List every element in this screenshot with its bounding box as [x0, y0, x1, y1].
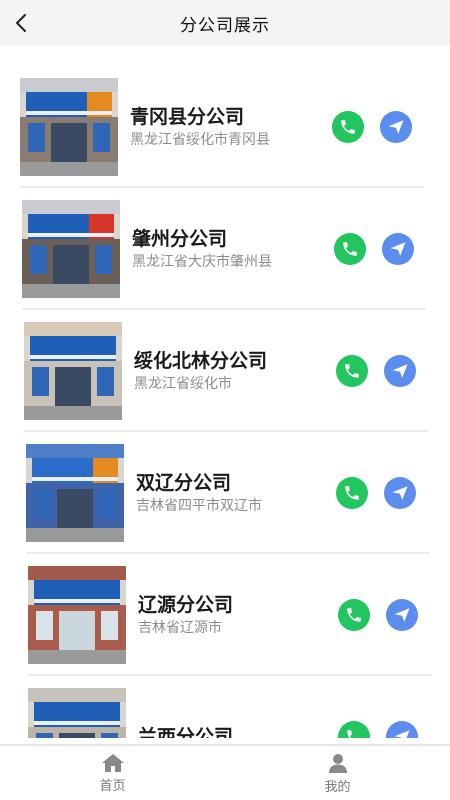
send-icon [392, 364, 408, 378]
company-photo [26, 444, 124, 542]
tab-home[interactable]: 首页 [0, 746, 225, 800]
company-address: 黑龙江省大庆市肇州县 [132, 254, 272, 270]
call-button[interactable] [334, 233, 366, 265]
call-button[interactable] [332, 111, 364, 143]
send-icon [392, 486, 408, 500]
phone-icon [347, 608, 361, 622]
navigate-button[interactable] [386, 721, 418, 738]
navigate-button[interactable] [382, 233, 414, 265]
send-icon [388, 120, 404, 134]
company-address: 吉林省四平市双辽市 [136, 498, 262, 514]
page-title: 分公司展示 [180, 15, 270, 36]
phone-icon [341, 120, 355, 134]
company-address: 吉林省辽源市 [138, 620, 222, 636]
send-icon [394, 730, 410, 738]
phone-icon [343, 242, 357, 256]
back-button[interactable] [8, 10, 34, 36]
company-name: 双辽分公司 [136, 472, 232, 494]
tab-home-label: 首页 [99, 778, 126, 794]
tab-profile[interactable]: 我的 [225, 746, 450, 800]
company-photo [28, 566, 126, 664]
list-item[interactable]: 肇州分公司 黑龙江省大庆市肇州县 [22, 188, 426, 310]
phone-icon [347, 730, 352, 738]
call-button[interactable] [338, 599, 370, 631]
user-icon [328, 753, 347, 773]
send-icon [394, 608, 410, 622]
chevron-left-icon [16, 14, 26, 32]
navigate-button[interactable] [380, 111, 412, 143]
send-icon [390, 242, 406, 256]
home-icon [101, 753, 124, 772]
company-name: 青冈县分公司 [130, 106, 245, 128]
navigate-button[interactable] [386, 599, 418, 631]
bottom-tab-bar: 首页 我的 [0, 744, 450, 800]
company-photo [20, 78, 118, 176]
list-item[interactable]: 兰西分公司 [28, 676, 432, 738]
call-button[interactable] [336, 477, 368, 509]
list-item[interactable]: 辽源分公司 吉林省辽源市 [28, 554, 432, 676]
call-button[interactable] [338, 721, 370, 738]
company-name: 肇州分公司 [132, 228, 228, 250]
company-name: 辽源分公司 [138, 594, 234, 616]
phone-icon [345, 486, 359, 500]
navigate-button[interactable] [384, 477, 416, 509]
navigate-button[interactable] [384, 355, 416, 387]
company-photo [28, 688, 126, 738]
company-name: 兰西分公司 [138, 726, 234, 738]
company-name: 绥化北林分公司 [134, 350, 268, 372]
header-bar: 分公司展示 [0, 0, 450, 46]
list-item[interactable]: 青冈县分公司 黑龙江省绥化市青冈县 [20, 66, 424, 188]
company-photo [24, 322, 122, 420]
company-list: 青冈县分公司 黑龙江省绥化市青冈县 肇州分公司 黑龙江省大庆市肇州县 绥化北林分… [0, 46, 450, 738]
company-address: 黑龙江省绥化市 [134, 376, 232, 392]
list-item[interactable]: 双辽分公司 吉林省四平市双辽市 [26, 432, 430, 554]
call-button[interactable] [336, 355, 368, 387]
phone-icon [345, 364, 359, 378]
company-photo [22, 200, 120, 298]
tab-profile-label: 我的 [324, 779, 351, 795]
company-address: 黑龙江省绥化市青冈县 [130, 132, 270, 148]
list-item[interactable]: 绥化北林分公司 黑龙江省绥化市 [24, 310, 428, 432]
